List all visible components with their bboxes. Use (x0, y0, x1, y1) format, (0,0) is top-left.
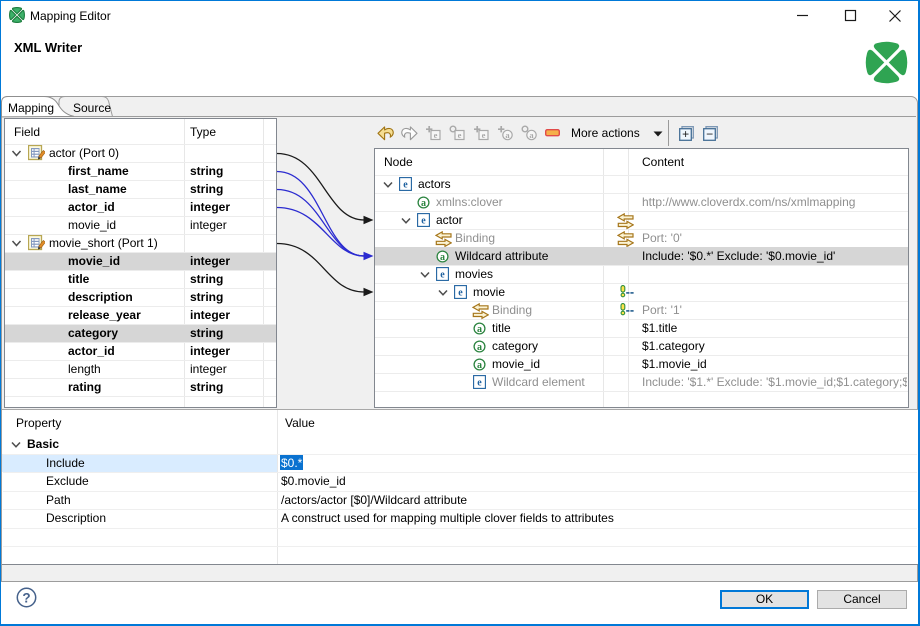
svg-text:e: e (440, 270, 445, 281)
svg-text:a: a (440, 252, 445, 263)
svg-text:e: e (434, 130, 438, 140)
svg-text:e: e (421, 216, 426, 227)
svg-text:e: e (482, 130, 486, 140)
svg-text:e: e (477, 378, 482, 389)
svg-text:?: ? (22, 590, 30, 605)
svg-text:e: e (403, 180, 408, 191)
svg-text:a: a (477, 324, 482, 335)
svg-text:e: e (458, 288, 463, 299)
svg-text:a: a (477, 342, 482, 353)
svg-text:+: + (682, 127, 689, 141)
svg-text:a: a (477, 360, 482, 371)
svg-text:e: e (458, 130, 462, 140)
svg-text:a: a (421, 198, 426, 209)
svg-text:−: − (706, 127, 713, 141)
